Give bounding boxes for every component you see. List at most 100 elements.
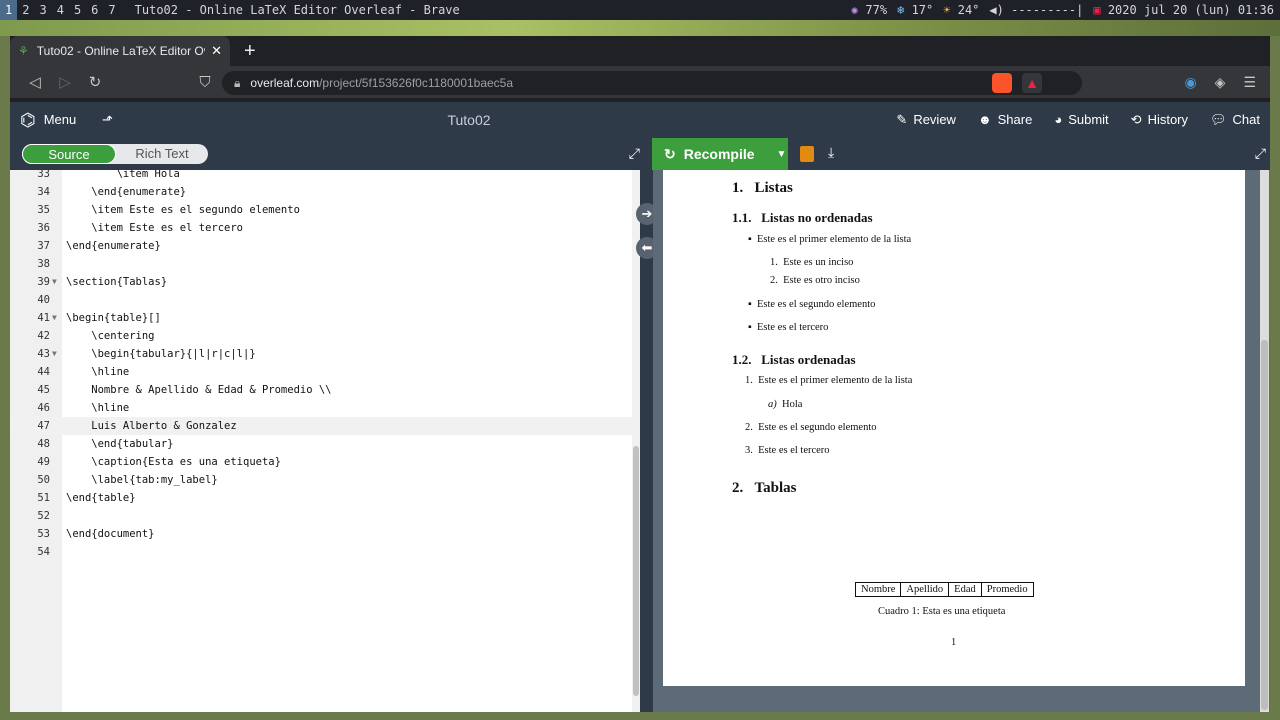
bookmark-icon[interactable]: ⛉ xyxy=(190,74,220,91)
list-item-text: Este es el tercero xyxy=(756,322,829,333)
line-number: 37 xyxy=(37,240,50,252)
list-item-number: 1. xyxy=(745,375,753,386)
code-text: \item Hola xyxy=(66,170,180,180)
share-button[interactable]: ☻ Share xyxy=(978,102,1032,138)
editor-scrollbar-thumb[interactable] xyxy=(633,446,639,696)
code-text: \item Este es el segundo elemento xyxy=(66,204,300,216)
workspace-5[interactable]: 5 xyxy=(69,0,86,20)
list-item-number: a) xyxy=(768,399,777,410)
pdf-scrollbar[interactable] xyxy=(1260,170,1269,712)
extension-icon[interactable]: ◉ xyxy=(1184,74,1196,91)
chat-icon: 💬︎ xyxy=(1210,112,1227,127)
volume-value: ---------| xyxy=(1011,3,1084,17)
line-number: 42 xyxy=(37,330,50,342)
forward-icon[interactable]: ▷ xyxy=(50,73,80,91)
code-text: \caption{Esta es una etiqueta} xyxy=(66,456,281,468)
chat-button[interactable]: 💬︎ Chat xyxy=(1210,102,1260,138)
code-text: \hline xyxy=(66,402,130,414)
list-item-text: Este es el segundo elemento xyxy=(756,299,876,310)
code-line: 45 Nombre & Apellido & Edad & Promedio \… xyxy=(10,381,640,399)
code-editor[interactable]: 33 \item Hola 34 \end{enumerate} 35 \ite… xyxy=(10,170,640,712)
close-tab-icon[interactable]: ✕ xyxy=(211,43,222,59)
wallet-icon[interactable]: ◈ xyxy=(1215,74,1226,91)
pdf-toolbar: ↻ Recompile ▼ ⤓ ⤢ xyxy=(650,138,1270,170)
brave-rewards-icon[interactable]: ▲ xyxy=(1022,73,1042,93)
expand-pdf-icon[interactable]: ⤢ xyxy=(1255,145,1266,162)
pdf-scrollbar-thumb[interactable] xyxy=(1261,340,1268,710)
workspace-2[interactable]: 2 xyxy=(17,0,34,20)
recompile-label: Recompile xyxy=(683,146,755,162)
review-button[interactable]: ✎ Review xyxy=(896,102,956,138)
code-text: \end{table} xyxy=(66,492,136,504)
section-number: 1. xyxy=(732,180,744,196)
list-item: a) Hola xyxy=(768,399,802,410)
workspace-4[interactable]: 4 xyxy=(52,0,69,20)
browser-tab[interactable]: ⚘ Tuto02 - Online LaTeX Editor Overleaf … xyxy=(10,36,230,66)
temp-cold-value: 17° xyxy=(911,3,934,17)
list-item-number: 3. xyxy=(745,445,753,456)
code-text: \centering xyxy=(66,330,155,342)
line-number: 50 xyxy=(37,474,50,486)
fold-arrow-icon[interactable]: ▼ xyxy=(52,309,57,327)
code-line: 50 \label{tab:my_label} xyxy=(10,471,640,489)
code-line: 48 \end{tabular} xyxy=(10,435,640,453)
submit-icon: ◕ xyxy=(1054,112,1063,127)
code-line: 49 \caption{Esta es una etiqueta} xyxy=(10,453,640,471)
datetime-status: ▣ 2020 jul 20 (lun) 01:36 xyxy=(1093,0,1274,20)
list-item-text: Este es otro inciso xyxy=(783,275,860,286)
workspace-1[interactable]: 1 xyxy=(0,0,18,20)
section-title: Tablas xyxy=(754,480,797,496)
section-heading: 1. Listas xyxy=(732,180,793,197)
back-icon[interactable]: ◁ xyxy=(20,73,50,91)
project-title[interactable]: Tuto02 xyxy=(10,102,928,138)
new-tab-button[interactable]: + xyxy=(244,36,256,66)
line-number: 45 xyxy=(37,384,50,396)
history-button[interactable]: ⟲ History xyxy=(1131,102,1188,138)
download-pdf-icon[interactable]: ⤓ xyxy=(828,144,834,161)
workspace-7[interactable]: 7 xyxy=(103,0,120,20)
fold-arrow-icon[interactable]: ▼ xyxy=(52,345,57,363)
expand-editor-icon[interactable]: ⤢ xyxy=(629,145,640,162)
brave-shields-icon[interactable] xyxy=(992,73,1012,93)
window-title: Tuto02 - Online LaTeX Editor Overleaf - … xyxy=(134,3,460,17)
volume-status[interactable]: ◀) ---------| xyxy=(989,0,1083,20)
subsection-title: Listas no ordenadas xyxy=(761,210,873,225)
line-number: 46 xyxy=(37,402,50,414)
browser-tab-title: Tuto02 - Online LaTeX Editor Overleaf xyxy=(36,44,205,58)
submit-button[interactable]: ◕ Submit xyxy=(1054,102,1108,138)
rich-text-mode-button[interactable]: Rich Text xyxy=(116,144,208,164)
chevron-down-icon[interactable]: ▼ xyxy=(777,149,787,160)
subsection-heading: 1.1. Listas no ordenadas xyxy=(732,210,873,226)
code-line: 44 \hline xyxy=(10,363,640,381)
source-mode-button[interactable]: Source xyxy=(22,144,116,164)
code-line: 35 \item Este es el segundo elemento xyxy=(10,201,640,219)
temp-sun-value: 24° xyxy=(957,3,980,17)
history-icon: ⟲ xyxy=(1130,112,1142,127)
list-item: 1. Este es el primer elemento de la list… xyxy=(745,375,912,386)
chat-label: Chat xyxy=(1232,112,1260,127)
hamburger-menu-icon[interactable]: ☰ xyxy=(1243,74,1256,91)
workspace-6[interactable]: 6 xyxy=(86,0,103,20)
code-line: 39 ▼ \section{Tablas} xyxy=(10,273,640,291)
code-line: 43 ▼ \begin{tabular}{|l|r|c|l|} xyxy=(10,345,640,363)
editor-toolbar: Source Rich Text ⤢ xyxy=(10,138,650,170)
recompile-button[interactable]: ↻ Recompile ▼ xyxy=(652,138,788,170)
line-number: 35 xyxy=(37,204,50,216)
temp-sun-status: ☀ 24° xyxy=(943,0,979,20)
list-item: ▪ Este es el segundo elemento xyxy=(748,299,876,310)
line-number: 40 xyxy=(37,294,50,306)
fold-arrow-icon[interactable]: ▼ xyxy=(52,273,57,291)
line-number: 43 xyxy=(37,348,50,360)
workspace-3[interactable]: 3 xyxy=(34,0,51,20)
code-line: 53 \end{document} xyxy=(10,525,640,543)
page-number: 1 xyxy=(951,637,957,648)
line-number: 49 xyxy=(37,456,50,468)
code-text: \hline xyxy=(66,366,130,378)
line-number: 48 xyxy=(37,438,50,450)
address-bar[interactable]: 🔒︎ overleaf.com/project/5f153626f0c11800… xyxy=(222,71,1082,95)
logs-icon[interactable] xyxy=(800,146,814,162)
reload-icon[interactable]: ↻ xyxy=(80,73,110,91)
tab-bar: ⚘ Tuto02 - Online LaTeX Editor Overleaf … xyxy=(10,36,1270,66)
table-header-cell: Nombre xyxy=(856,583,902,596)
temp-cold-status: ❄ 17° xyxy=(897,0,933,20)
